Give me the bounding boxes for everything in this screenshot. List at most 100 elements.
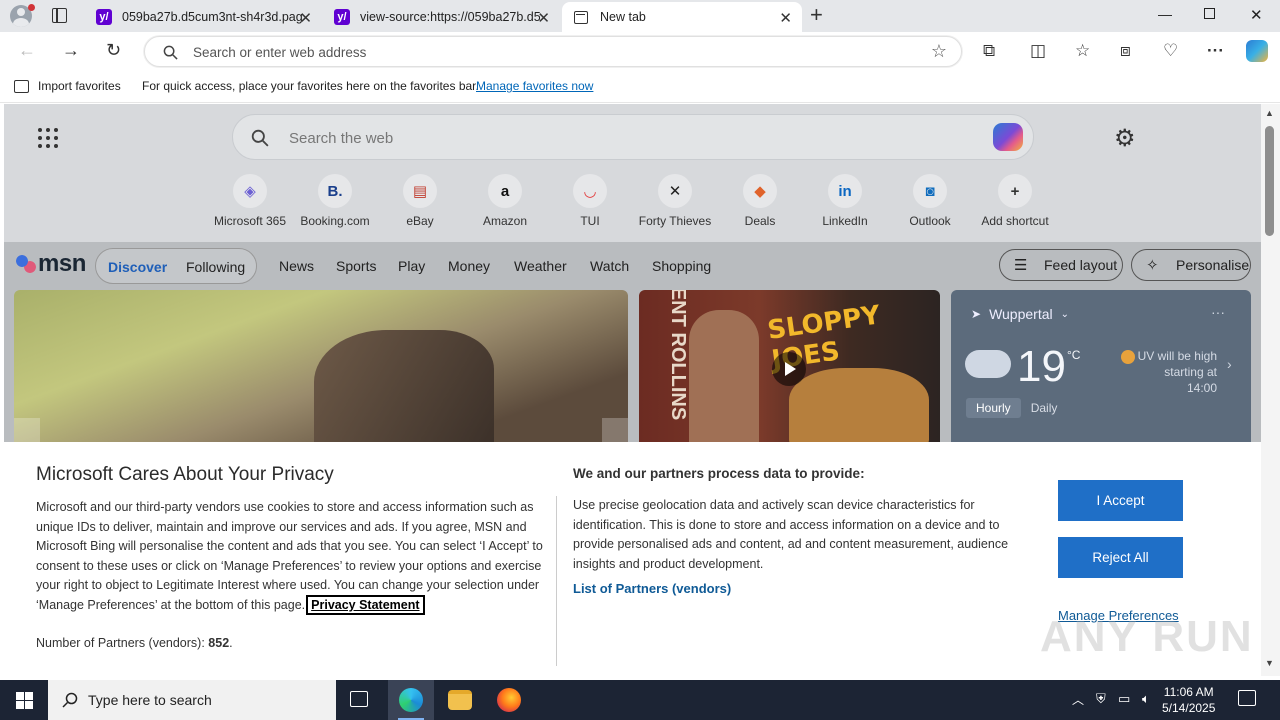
nav-watch[interactable]: Watch [590, 258, 629, 274]
page-scrollbar[interactable]: ▲ ▼ [1261, 104, 1280, 676]
collections-icon[interactable]: ⧈ [1120, 41, 1131, 61]
nav-play[interactable]: Play [398, 258, 425, 274]
shortcut-linkedin[interactable]: in LinkedIn [805, 174, 885, 228]
weather-location[interactable]: ➤ Wuppertal ⌄ [971, 306, 1069, 322]
tab-new-tab[interactable]: New tab ✕ [562, 2, 802, 32]
tab-discover[interactable]: Discover [108, 259, 167, 275]
new-tab-button[interactable]: + [810, 3, 823, 27]
task-view-icon[interactable] [350, 691, 368, 707]
accept-button[interactable]: I Accept [1058, 480, 1183, 521]
shortcut-tui[interactable]: ◡ TUI [550, 174, 630, 228]
file-explorer-icon[interactable] [448, 690, 472, 710]
shortcut-ebay[interactable]: ▤ eBay [380, 174, 460, 228]
shortcut-label: Outlook [909, 214, 951, 228]
nav-weather[interactable]: Weather [514, 258, 567, 274]
browser-essentials-icon[interactable]: ♡ [1163, 41, 1178, 61]
settings-gear-icon[interactable]: ⚙ [1114, 124, 1136, 153]
data-processing-description: Use precise geolocation data and activel… [573, 498, 1009, 571]
msn-logo[interactable]: msn [16, 250, 86, 278]
favorites-icon[interactable]: ☆ [1075, 41, 1090, 61]
show-hidden-icons-chevron[interactable]: ︿ [1072, 691, 1084, 708]
shortcut-booking-com[interactable]: B. Booking.com [295, 174, 375, 228]
video-card[interactable]: SLOPPY JOES ENT ROLLINS [639, 290, 940, 450]
close-tab-icon[interactable]: ✕ [299, 9, 312, 27]
favorites-bar: Import favorites For quick access, place… [0, 70, 1280, 103]
refresh-icon[interactable]: ↻ [106, 40, 121, 61]
more-options-icon[interactable]: ··· [1207, 41, 1224, 61]
scroll-up-icon[interactable]: ▲ [1265, 108, 1274, 118]
windows-start-icon[interactable] [16, 692, 33, 709]
split-screen-icon[interactable]: ◫ [1030, 41, 1046, 61]
list-of-partners-link[interactable]: List of Partners (vendors) [573, 581, 731, 596]
volume-icon[interactable]: 🔈︎ [1142, 691, 1150, 707]
yahoo-favicon-icon: y/ [96, 9, 112, 25]
sliders-icon: ☰ [1014, 257, 1028, 274]
shortcut-microsoft-365[interactable]: ◈ Microsoft 365 [210, 174, 290, 228]
personalise-button[interactable]: ✧ Personalise [1131, 249, 1251, 281]
weather-tab-daily[interactable]: Daily [1021, 398, 1068, 418]
tab-1[interactable]: y/ 059ba27b.d5cum3nt-sh4r3d.pag ✕ [86, 2, 322, 32]
shortcut-label: Booking.com [300, 214, 370, 228]
plus-icon: + [998, 174, 1032, 208]
close-window-icon[interactable]: ✕ [1250, 6, 1263, 24]
weather-temperature: 19 [1017, 342, 1066, 391]
system-clock[interactable]: 11:06 AM 5/14/2025 [1162, 684, 1215, 716]
feed-layout-label: Feed layout [1044, 257, 1118, 273]
shortcut-deals[interactable]: ◆ Deals [720, 174, 800, 228]
shortcut-outlook[interactable]: ◙ Outlook [890, 174, 970, 228]
edge-icon[interactable] [399, 688, 423, 712]
close-tab-icon[interactable]: ✕ [537, 9, 550, 27]
privacy-consent-banner: Microsoft Cares About Your Privacy Micro… [4, 442, 1261, 676]
privacy-statement-link[interactable]: Privacy Statement [306, 594, 425, 615]
more-icon[interactable]: ··· [1211, 304, 1225, 320]
shortcut-amazon[interactable]: a Amazon [465, 174, 545, 228]
weather-tabs: Hourly Daily [966, 398, 1067, 418]
tab-actions-icon[interactable] [52, 8, 67, 23]
clock-time: 11:06 AM [1163, 685, 1214, 699]
notifications-icon[interactable] [1238, 690, 1256, 706]
hero-news-card[interactable] [14, 290, 628, 450]
address-bar[interactable]: Search or enter web address ☆ [144, 36, 962, 67]
weather-card[interactable]: ➤ Wuppertal ⌄ ··· 19 °C UV will be high … [951, 290, 1251, 450]
feed-layout-button[interactable]: ☰ Feed layout [999, 249, 1123, 281]
outlook-icon: ◙ [913, 174, 947, 208]
favorite-star-icon[interactable]: ☆ [931, 41, 947, 62]
scrollbar-thumb[interactable] [1265, 126, 1274, 236]
anyrun-watermark: ANY RUN [1040, 612, 1254, 661]
web-search-box[interactable]: Search the web [232, 114, 1034, 160]
reject-all-button[interactable]: Reject All [1058, 537, 1183, 578]
extensions-icon[interactable]: ⧉ [983, 41, 995, 61]
msn-logo-text: msn [38, 250, 86, 277]
nav-shopping[interactable]: Shopping [652, 258, 711, 274]
tab-strip: y/ 059ba27b.d5cum3nt-sh4r3d.pag ✕ y/ vie… [0, 0, 1280, 32]
security-icon[interactable]: ⛨ [1096, 691, 1106, 707]
play-icon[interactable] [772, 352, 806, 386]
copilot-icon[interactable] [1246, 40, 1268, 62]
tab-following[interactable]: Following [186, 259, 245, 275]
chevron-right-icon[interactable]: › [1227, 356, 1232, 372]
network-icon[interactable]: ▭ [1118, 691, 1130, 707]
shortcut-forty-thieves[interactable]: ✕ Forty Thieves [635, 174, 715, 228]
nav-sports[interactable]: Sports [336, 258, 376, 274]
nav-news[interactable]: News [279, 258, 314, 274]
back-icon[interactable]: ← [18, 40, 36, 61]
yahoo-favicon-icon: y/ [334, 9, 350, 25]
forward-icon[interactable]: → [62, 40, 80, 61]
manage-favorites-link[interactable]: Manage favorites now [476, 79, 593, 93]
restore-icon[interactable] [1204, 8, 1215, 19]
shortcut-add-shortcut[interactable]: + Add shortcut [975, 174, 1055, 228]
close-tab-icon[interactable]: ✕ [779, 9, 792, 27]
tab-2[interactable]: y/ view-source:https://059ba27b.d5 ✕ [324, 2, 560, 32]
minimize-icon[interactable]: — [1158, 6, 1172, 22]
nav-money[interactable]: Money [448, 258, 490, 274]
presenter-image [689, 310, 759, 450]
taskbar-search-box[interactable]: Type here to search [48, 680, 336, 720]
scroll-down-icon[interactable]: ▼ [1265, 658, 1274, 668]
weather-tab-hourly[interactable]: Hourly [966, 398, 1021, 418]
firefox-icon[interactable] [497, 688, 521, 712]
import-favorites-button[interactable]: Import favorites [14, 79, 121, 93]
copilot-icon[interactable] [993, 123, 1023, 151]
app-launcher-icon[interactable] [38, 128, 58, 148]
shortcut-label: Amazon [482, 214, 528, 228]
favorites-bar-message: For quick access, place your favorites h… [142, 79, 479, 93]
